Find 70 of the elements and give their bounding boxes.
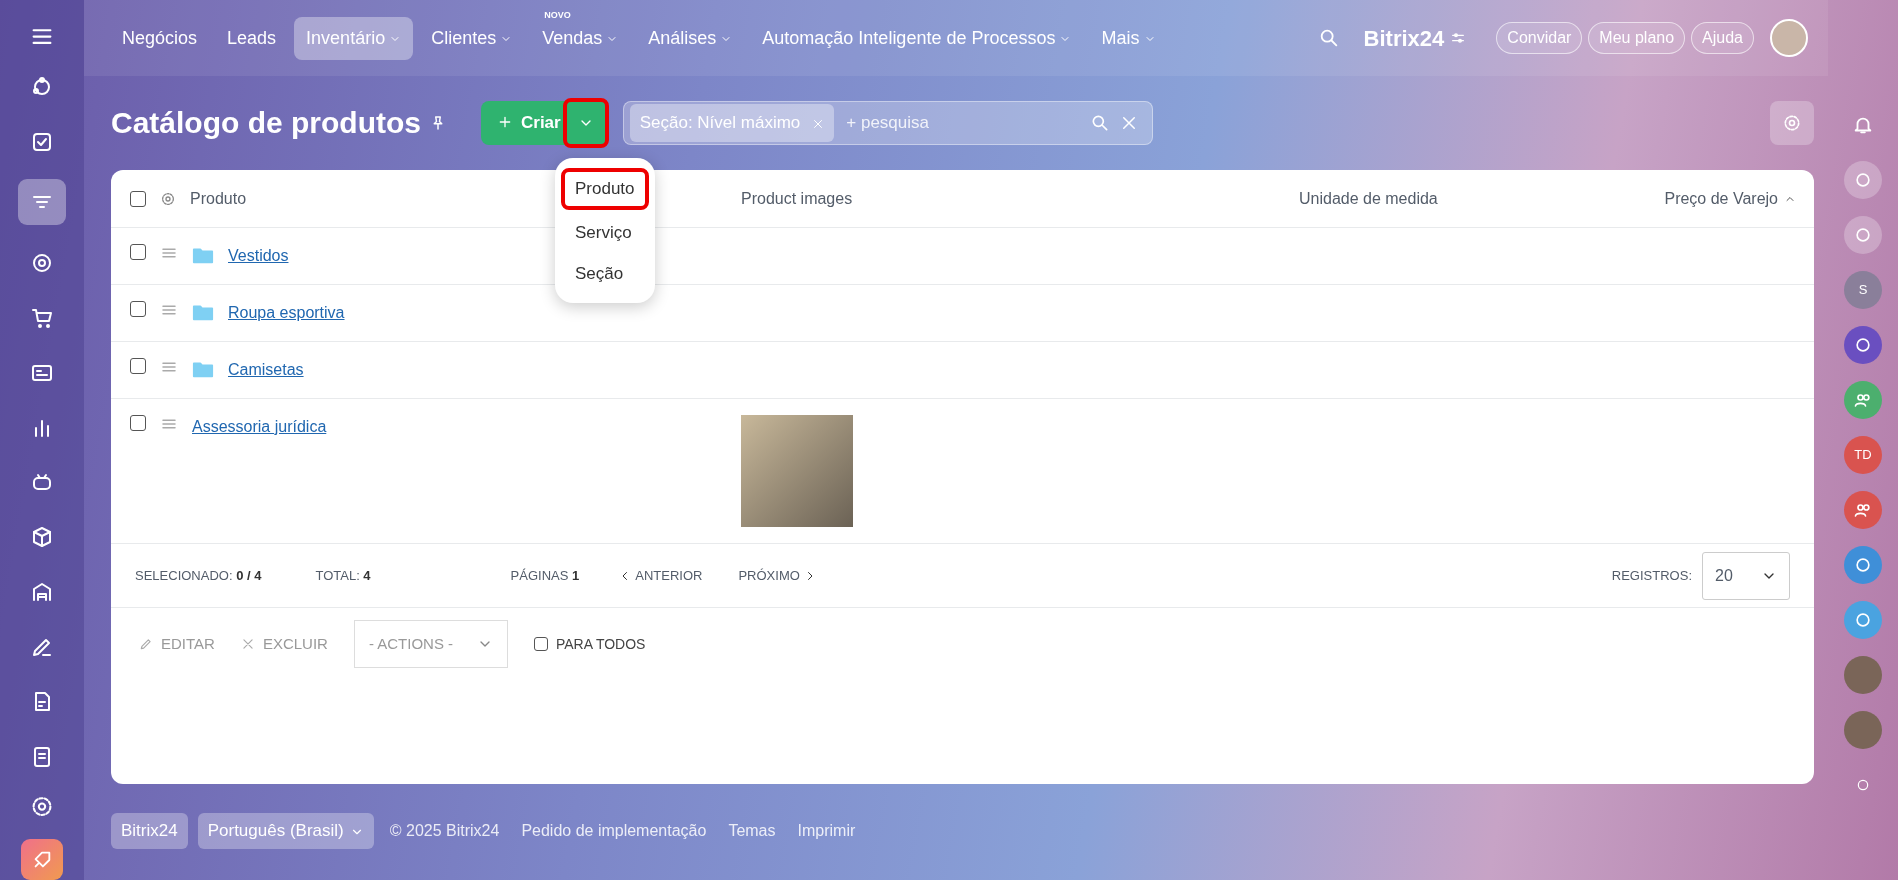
rail-item[interactable] [1844, 381, 1882, 419]
header-button[interactable]: Ajuda [1691, 22, 1754, 54]
column-header[interactable]: Preço de Varejo [1664, 189, 1778, 207]
rail-item[interactable] [1844, 161, 1882, 199]
settings-icon[interactable] [160, 190, 176, 207]
close-icon [240, 637, 255, 651]
nav-tab[interactable]: Inventário [294, 16, 414, 60]
product-link[interactable]: Camisetas [228, 358, 304, 382]
footer-link[interactable]: Temas [722, 819, 782, 843]
column-header[interactable]: Product images [741, 189, 853, 207]
product-link[interactable]: Roupa esportiva [228, 301, 345, 325]
nav-tab[interactable]: Automação Inteligente de Processos [750, 16, 1084, 60]
nav-tab[interactable]: Leads [215, 16, 289, 60]
rail-item[interactable] [1844, 601, 1882, 639]
avatar[interactable] [1770, 19, 1808, 57]
page-title: Catálogo de produtos [111, 105, 421, 141]
row-checkbox[interactable] [130, 301, 146, 317]
edit-button[interactable]: EDITAR [139, 632, 215, 656]
product-link[interactable]: Vestidos [228, 244, 289, 268]
circle-icon [1853, 335, 1873, 355]
copyright-text: © 2025 Bitrix24 [388, 821, 501, 841]
header-button[interactable]: Convidar [1496, 22, 1583, 54]
circle-icon [1853, 225, 1873, 245]
new-label: NOVO [544, 8, 571, 22]
nav-tab[interactable]: Negócios [110, 16, 210, 60]
delete-button[interactable]: EXCLUIR [240, 632, 328, 656]
footer-link[interactable]: Pedido de implementação [515, 819, 713, 843]
header-button[interactable]: Meu plano [1588, 22, 1686, 54]
row-checkbox[interactable] [130, 358, 146, 374]
rail-item[interactable]: S [1844, 271, 1882, 309]
next-link[interactable]: PRÓXIMO [738, 565, 816, 586]
rail-item[interactable]: TD [1844, 436, 1882, 474]
column-header[interactable]: Unidade de medida [1299, 189, 1438, 207]
product-link[interactable]: Assessoria jurídica [192, 415, 327, 439]
rail-item[interactable] [1844, 216, 1882, 254]
circle-icon [1853, 610, 1873, 630]
language-select[interactable]: Português (Brasil) [197, 813, 374, 849]
total-count: TOTAL: 4 [315, 566, 371, 585]
menu-item[interactable]: Seção [561, 255, 649, 293]
pencil-icon [139, 637, 153, 651]
selected-count: SELECIONADO: 0 / 4 [135, 566, 262, 585]
settings-icon [1782, 113, 1802, 133]
rail-item[interactable] [1844, 326, 1882, 364]
records-label: REGISTROS: [1611, 566, 1692, 585]
actions-select[interactable]: - ACTIONS - [353, 620, 508, 668]
circle-icon [1853, 170, 1873, 190]
for-all-checkbox[interactable]: PARA TODOS [533, 633, 646, 655]
row-checkbox[interactable] [130, 415, 146, 431]
rocket-button[interactable] [21, 839, 63, 880]
circle-icon [1853, 555, 1873, 575]
previous-link[interactable]: ANTERIOR [619, 565, 703, 586]
rail-item[interactable] [1844, 546, 1882, 584]
brand-link[interactable]: Bitrix24 [111, 813, 188, 849]
nav-tab[interactable]: Mais [1089, 16, 1168, 60]
sidebar-item[interactable] [18, 178, 66, 226]
brand-logo: Bitrix24 [1363, 24, 1445, 53]
menu-item[interactable]: Serviço [561, 213, 649, 251]
column-header[interactable]: Produto [190, 186, 247, 211]
select-all-checkbox[interactable] [130, 190, 146, 207]
menu-item[interactable]: Produto [561, 168, 649, 210]
records-select[interactable]: 20 [1702, 551, 1790, 600]
footer-link[interactable]: Imprimir [791, 819, 862, 843]
circle-icon [1856, 778, 1870, 792]
box-icon [30, 525, 54, 550]
rail-item[interactable] [1844, 491, 1882, 529]
page-number: PÁGINAS 1 [510, 566, 580, 585]
nav-tab[interactable]: Clientes [419, 16, 525, 60]
nav-tab[interactable]: Análises [636, 16, 745, 60]
row-checkbox[interactable] [130, 244, 146, 260]
settings-button[interactable] [1770, 101, 1814, 145]
